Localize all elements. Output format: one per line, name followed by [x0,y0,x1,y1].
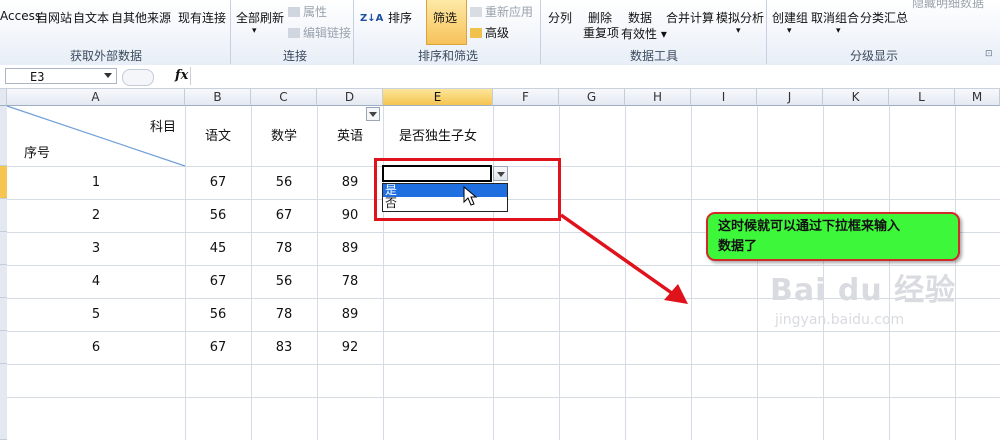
baidu-jingyan-watermark: Bai du 经验 [770,273,957,308]
callout-note: 这时候就可以通过下拉框来输入 数据了 [706,212,960,261]
callout-text-line1: 这时候就可以通过下拉框来输入 [718,219,901,234]
watermark-url: jingyan.baidu.com [775,312,905,328]
callout-text-line2: 数据了 [718,239,758,254]
